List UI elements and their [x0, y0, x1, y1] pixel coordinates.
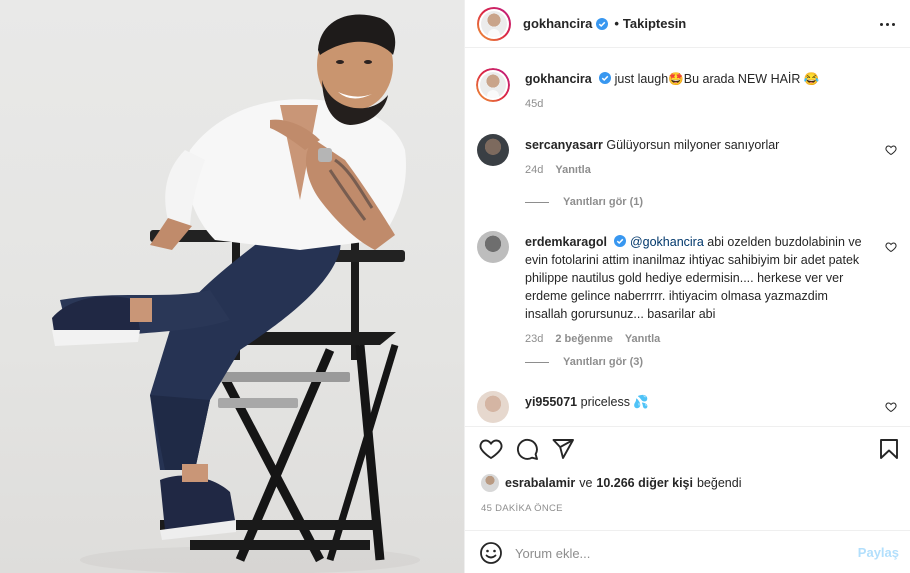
caption-avatar[interactable] — [476, 68, 510, 102]
comment-username[interactable]: erdemkaragol — [525, 235, 607, 249]
post-comment-button[interactable]: Paylaş — [858, 545, 899, 560]
comments-list: gokhancira just laugh🤩Bu arada NEW HAİR … — [465, 48, 910, 426]
verified-badge-icon — [614, 235, 627, 247]
verified-badge-icon — [596, 17, 609, 30]
comment-username[interactable]: yi955071 — [525, 395, 577, 409]
more-horizontal-icon[interactable] — [877, 14, 897, 34]
view-replies-label: Yanıtları gör (1) — [563, 196, 644, 208]
comment-mention[interactable]: @gokhancira — [630, 235, 704, 249]
commenter-avatar[interactable] — [477, 391, 509, 423]
comment-username[interactable]: sercanyasarr — [525, 138, 603, 152]
verified-badge-icon — [599, 72, 612, 84]
add-comment-bar: Paylaş — [465, 530, 910, 573]
comment-item: erdemkaragol @gokhancira abi ozelden buz… — [477, 231, 899, 345]
comment-icon[interactable] — [515, 437, 539, 461]
emoji-icon[interactable] — [479, 541, 503, 565]
liked-by: esrabalamir ve 10.266 diğer kişi beğendi — [481, 474, 741, 492]
comment-heart-icon[interactable] — [885, 241, 897, 253]
view-replies-label: Yanıtları gör (3) — [563, 356, 644, 368]
view-replies-button[interactable]: Yanıtları gör (1) — [525, 196, 643, 208]
caption-username[interactable]: gokhancira — [525, 72, 592, 86]
post-header: gokhancira • Takiptesin — [465, 0, 910, 48]
post-photo-illustration — [52, 14, 420, 573]
separator-dot: • — [614, 16, 619, 31]
follow-status[interactable]: Takiptesin — [623, 16, 686, 31]
author-avatar[interactable] — [477, 6, 511, 41]
author-username[interactable]: gokhancira — [523, 16, 592, 31]
caption-age[interactable]: 45d — [525, 98, 543, 110]
comment-input[interactable] — [515, 543, 835, 563]
likes-count[interactable]: 10.266 diğer kişi — [596, 476, 693, 490]
heart-icon[interactable] — [479, 437, 503, 461]
comment-heart-icon[interactable] — [885, 401, 897, 413]
post-panel: gokhancira • Takiptesin gokhancira just … — [464, 0, 910, 573]
post-photo[interactable] — [0, 0, 464, 573]
liker-username[interactable]: esrabalamir — [505, 476, 575, 490]
caption: gokhancira just laugh🤩Bu arada NEW HAİR … — [476, 68, 899, 110]
reply-button[interactable]: Yanıtla — [625, 333, 660, 345]
bookmark-icon[interactable] — [877, 437, 901, 461]
comment-likes[interactable]: 2 beğenme — [555, 333, 612, 345]
comment-text: Gülüyorsun milyoner sanıyorlar — [606, 138, 780, 152]
send-icon[interactable] — [551, 437, 575, 461]
commenter-avatar[interactable] — [477, 134, 509, 166]
post-timestamp[interactable]: 45 DAKİKA ÖNCE — [481, 503, 563, 514]
comment-age[interactable]: 23d — [525, 333, 543, 345]
comment-text: priceless 💦 — [580, 395, 649, 409]
commenter-avatar[interactable] — [477, 231, 509, 263]
action-bar — [465, 426, 910, 470]
comment-item: yi955071 priceless 💦 — [477, 391, 899, 423]
liked-by-suffix: beğendi — [696, 476, 742, 490]
liker-avatar[interactable] — [481, 474, 499, 492]
liked-by-connector: ve — [579, 476, 593, 490]
view-replies-button[interactable]: Yanıtları gör (3) — [525, 356, 643, 368]
reply-button[interactable]: Yanıtla — [555, 164, 590, 176]
comment-item: sercanyasarr Gülüyorsun milyoner sanıyor… — [477, 134, 899, 176]
comment-age[interactable]: 24d — [525, 164, 543, 176]
comment-heart-icon[interactable] — [885, 144, 897, 156]
caption-text: just laugh🤩Bu arada NEW HAİR 😂 — [614, 72, 820, 86]
